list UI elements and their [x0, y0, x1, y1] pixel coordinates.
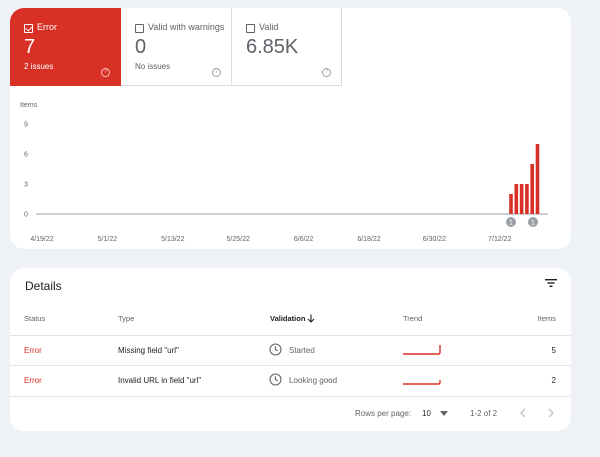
column-header-validation[interactable]: Validation	[270, 314, 305, 323]
y-tick-label: 3	[24, 182, 28, 189]
x-tick-label: 5/1/22	[98, 236, 118, 243]
help-icon[interactable]: ?	[322, 68, 331, 77]
row-validation: Looking good	[289, 376, 338, 385]
row-items: 2	[551, 376, 556, 385]
trend-sparkline	[403, 345, 441, 355]
column-header-type[interactable]: Type	[118, 314, 134, 323]
x-tick-label: 7/12/22	[488, 236, 511, 243]
help-icon[interactable]: ?	[212, 68, 221, 77]
divider	[10, 396, 571, 397]
error-tile[interactable]: Error 7 2 issues ?	[10, 8, 121, 86]
valid-count: 6.85K	[246, 36, 299, 58]
divider	[10, 365, 571, 366]
chart-bar	[519, 184, 524, 214]
y-axis-label: Items	[20, 102, 38, 109]
row-validation: Started	[289, 346, 315, 355]
x-tick-label: 4/19/22	[30, 236, 53, 243]
details-title: Details	[25, 279, 62, 293]
dropdown-arrow-icon[interactable]	[440, 411, 448, 416]
row-status: Error	[24, 376, 42, 385]
warning-tile[interactable]: Valid with warnings 0 No issues ?	[121, 8, 232, 86]
row-status: Error	[24, 346, 42, 355]
chevron-left-icon[interactable]	[520, 408, 526, 418]
checkbox-icon[interactable]	[135, 24, 144, 33]
chart-bar	[535, 144, 540, 214]
error-count: 7	[24, 36, 36, 58]
coverage-summary-card: Error 7 2 issues ? Valid with warnings 0…	[10, 8, 571, 249]
x-tick-label: 6/30/22	[423, 236, 446, 243]
divider	[10, 335, 571, 336]
details-card: Details Status Type Validation Trend Ite…	[10, 268, 571, 431]
chart-bar	[514, 184, 519, 214]
filter-icon[interactable]	[545, 278, 557, 288]
warning-count: 0	[135, 36, 147, 58]
error-tile-label: Error	[37, 22, 57, 32]
warning-tile-label: Valid with warnings	[148, 22, 225, 32]
sort-arrow-down-icon[interactable]	[307, 314, 315, 323]
x-tick-label: 6/18/22	[357, 236, 380, 243]
valid-tile[interactable]: Valid 6.85K ?	[232, 8, 342, 86]
row-items: 5	[551, 346, 556, 355]
column-header-status[interactable]: Status	[24, 314, 45, 323]
chevron-right-icon[interactable]	[548, 408, 554, 418]
checkbox-icon[interactable]	[246, 24, 255, 33]
chart-bar	[525, 184, 529, 214]
chart-bar	[509, 194, 513, 214]
annotation-label: 1	[509, 220, 513, 227]
column-header-trend[interactable]: Trend	[403, 314, 422, 323]
rows-per-page-label: Rows per page:	[355, 409, 412, 418]
x-tick-label: 6/6/22	[294, 236, 314, 243]
y-tick-label: 6	[24, 152, 28, 159]
rows-per-page-select[interactable]: 10	[422, 409, 431, 418]
clock-icon	[269, 373, 282, 386]
column-header-items[interactable]: Items	[538, 314, 556, 323]
y-tick-label: 0	[24, 212, 28, 219]
trend-sparkline	[403, 380, 441, 385]
checkbox-checked-icon[interactable]	[24, 24, 33, 33]
warning-issues-text: No issues	[135, 62, 171, 71]
help-icon[interactable]: ?	[101, 68, 110, 77]
x-tick-label: 5/25/22	[227, 236, 250, 243]
annotation-label: 1	[531, 220, 535, 227]
pagination-range: 1-2 of 2	[470, 409, 498, 418]
row-type: Missing field "url"	[118, 346, 179, 355]
items-bar-chart: Items 9 6 3 0 4/19/22 5/1/22 5/13/22 5/25/22 6/6/…	[20, 102, 548, 243]
chart-bar	[530, 164, 534, 214]
valid-tile-label: Valid	[259, 22, 279, 32]
error-issues-text: 2 issues	[24, 62, 54, 71]
clock-icon	[269, 343, 282, 356]
y-tick-label: 9	[24, 122, 28, 129]
row-type: Invalid URL in field "url"	[118, 376, 202, 385]
x-tick-label: 5/13/22	[161, 236, 184, 243]
